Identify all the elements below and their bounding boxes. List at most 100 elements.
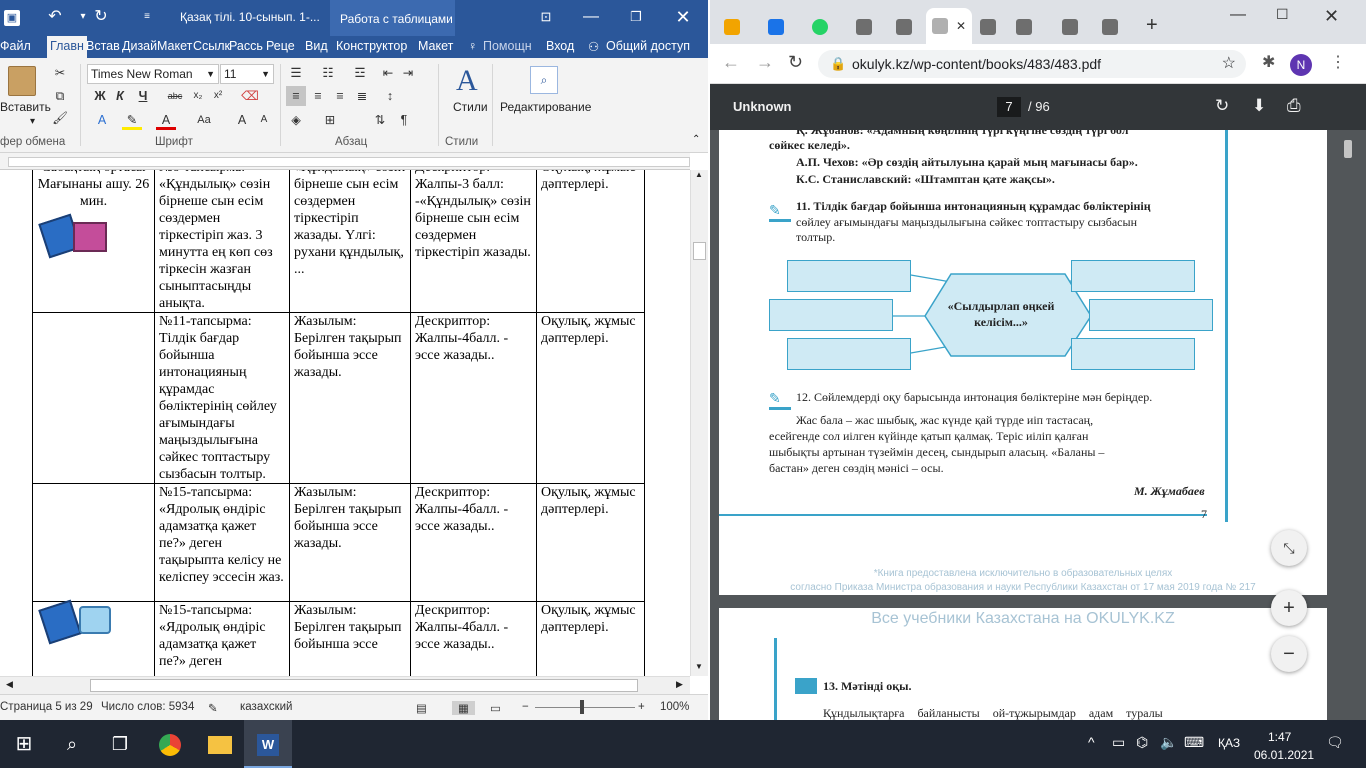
page-count[interactable]: Страница 5 из 29: [0, 701, 93, 713]
cut-icon[interactable]: ✂: [50, 63, 70, 83]
shrink-font-icon[interactable]: A: [254, 110, 274, 130]
font-size-box[interactable]: 11 ▼: [220, 64, 274, 84]
back-icon[interactable]: ←: [722, 52, 740, 73]
table-cell[interactable]: Дескриптор: Жалпы-4балл. - эссе жазады..: [410, 312, 537, 484]
tab-home[interactable]: Главн: [47, 36, 87, 58]
scroll-right-icon[interactable]: ▶: [676, 679, 683, 690]
language-label[interactable]: казахский: [240, 701, 292, 713]
sign-in-link[interactable]: Вход: [546, 39, 574, 53]
web-layout-icon[interactable]: ▭: [490, 701, 501, 715]
reload-icon[interactable]: ↻: [788, 52, 803, 73]
table-cell[interactable]: [32, 312, 155, 484]
chrome-icon[interactable]: [146, 720, 194, 768]
browser-tab[interactable]: [806, 14, 840, 40]
tab-mailings[interactable]: Рассь: [229, 39, 263, 53]
fit-page-icon[interactable]: ⤡: [1271, 530, 1307, 566]
numbering-icon[interactable]: ☷: [318, 63, 338, 83]
zoom-in-button[interactable]: +: [1271, 590, 1307, 626]
scroll-down-icon[interactable]: ▼: [695, 662, 703, 671]
increase-indent-icon[interactable]: ⇥: [398, 63, 418, 83]
search-icon[interactable]: ⌕: [48, 720, 96, 768]
zoom-out-button[interactable]: −: [1271, 636, 1307, 672]
editing-label[interactable]: Редактирование: [500, 100, 591, 114]
align-left-icon[interactable]: ≡: [286, 86, 306, 106]
pdf-scroll-thumb[interactable]: [1344, 140, 1352, 158]
rotate-icon[interactable]: ↻: [1215, 96, 1229, 116]
file-explorer-icon[interactable]: [196, 720, 244, 768]
tab-file[interactable]: Файл: [0, 39, 31, 53]
scroll-left-icon[interactable]: ◀: [6, 679, 13, 690]
table-cell[interactable]: Оқулық, жұмыс дәптерлері.: [536, 601, 645, 676]
proofing-icon[interactable]: ✎: [208, 701, 218, 715]
print-layout-icon[interactable]: ▦: [452, 701, 475, 715]
share-icon[interactable]: ⚇: [588, 39, 599, 54]
bullets-icon[interactable]: ☰: [286, 63, 306, 83]
table-cell[interactable]: [32, 599, 155, 676]
volume-icon[interactable]: 🔈: [1160, 734, 1177, 751]
zoom-level[interactable]: 100%: [660, 701, 689, 713]
forward-icon[interactable]: →: [756, 52, 774, 73]
lock-icon[interactable]: 🔒: [830, 50, 846, 78]
menu-icon[interactable]: ⋮: [1330, 52, 1346, 72]
browser-tab[interactable]: [762, 14, 796, 40]
table-cell[interactable]: Жазылым: Берілген тақырып бойынша эссе ж…: [289, 312, 411, 484]
tab-table-layout[interactable]: Макет: [418, 39, 453, 53]
zoom-in-icon[interactable]: +: [638, 701, 645, 713]
browser-tab[interactable]: [1010, 14, 1044, 40]
close-tab-icon[interactable]: ✕: [956, 8, 966, 44]
table-cell[interactable]: Жазылым: Берілген тақырып бойынша эссе: [289, 601, 411, 676]
table-cell[interactable]: [32, 483, 155, 602]
close-icon[interactable]: ✕: [1324, 6, 1339, 27]
zoom-slider-thumb[interactable]: [580, 700, 584, 714]
table-cell[interactable]: «Құндылық» сөзін бірнеше сын есім сөздер…: [289, 170, 411, 313]
show-marks-icon[interactable]: ¶: [394, 110, 414, 130]
strikethrough-icon[interactable]: abc: [165, 86, 185, 106]
tab-view[interactable]: Вид: [305, 39, 328, 53]
multilevel-list-icon[interactable]: ☲: [350, 63, 370, 83]
network-icon[interactable]: ⌬: [1136, 734, 1148, 751]
page-number-input[interactable]: 7: [997, 97, 1021, 117]
maximize-icon[interactable]: ☐: [1276, 6, 1289, 23]
scroll-thumb[interactable]: [693, 242, 706, 260]
change-case-icon[interactable]: Aa: [192, 110, 216, 130]
tell-me-search[interactable]: Помощн: [483, 39, 532, 53]
bold-icon[interactable]: Ж: [90, 86, 110, 106]
collapse-ribbon-icon[interactable]: ⌃: [692, 134, 700, 145]
input-language[interactable]: ҚАЗ: [1218, 736, 1240, 750]
scroll-up-icon[interactable]: ▲: [695, 170, 703, 179]
line-spacing-icon[interactable]: ↕: [380, 86, 400, 106]
sort-icon[interactable]: ⇅: [370, 110, 390, 130]
font-color-icon[interactable]: A: [156, 110, 176, 130]
ribbon-display-icon[interactable]: ⊡: [535, 6, 557, 28]
borders-icon[interactable]: ⊞: [320, 110, 340, 130]
new-tab-icon[interactable]: +: [1146, 14, 1158, 37]
redo-icon[interactable]: ↻: [90, 6, 112, 28]
horizontal-scrollbar[interactable]: ◀ ▶: [0, 676, 690, 694]
tab-review[interactable]: Реце: [266, 39, 295, 53]
keyboard-icon[interactable]: ⌨: [1184, 734, 1204, 751]
browser-tab[interactable]: [1096, 14, 1130, 40]
styles-label[interactable]: Стили: [453, 100, 488, 114]
read-mode-icon[interactable]: ▤: [416, 701, 427, 715]
clear-format-icon[interactable]: ⌫: [240, 86, 260, 106]
decrease-indent-icon[interactable]: ⇤: [378, 63, 398, 83]
table-cell[interactable]: Оқулық, жұмыс дәптерлері.: [536, 170, 645, 313]
italic-icon[interactable]: К: [110, 86, 130, 106]
grow-font-icon[interactable]: A: [232, 110, 252, 130]
maximize-icon[interactable]: ❐: [625, 6, 647, 28]
word-icon[interactable]: W: [244, 720, 292, 768]
battery-icon[interactable]: ▭: [1112, 734, 1125, 751]
print-icon[interactable]: ⎙: [1287, 96, 1301, 116]
clock-time[interactable]: 1:47: [1268, 730, 1291, 744]
clipboard-paste-icon[interactable]: [8, 66, 36, 96]
minimize-icon[interactable]: —: [580, 6, 602, 28]
word-count[interactable]: Число слов: 5934: [101, 701, 194, 713]
download-icon[interactable]: ⬇: [1252, 96, 1266, 116]
table-cell[interactable]: Дескриптор: Жалпы-4балл. - эссе жазады..: [410, 601, 537, 676]
profile-avatar[interactable]: N: [1290, 54, 1312, 76]
font-name-box[interactable]: Times New Roman ▼: [87, 64, 219, 84]
shading-icon[interactable]: ◈: [286, 110, 306, 130]
notifications-icon[interactable]: 🗨: [1326, 734, 1344, 751]
justify-icon[interactable]: ≣: [352, 86, 372, 106]
table-cell[interactable]: Жазылым: Берілген тақырып бойынша эссе ж…: [289, 483, 411, 602]
